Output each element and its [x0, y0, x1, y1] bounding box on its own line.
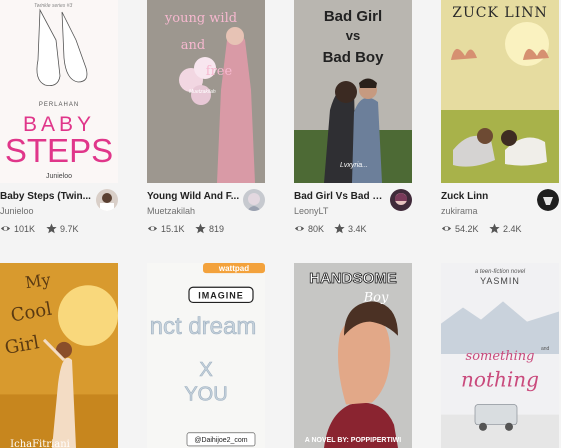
cover-line-3: free	[206, 64, 233, 79]
votes-count: 3.4K	[348, 223, 367, 234]
story-cover[interactable]: a teen-fiction novel YASMIN something an…	[441, 263, 559, 448]
cover-line-1: HANDSOME	[309, 270, 396, 287]
cover-top: a teen-fiction novel	[475, 269, 526, 275]
reads-stat: 80K	[294, 223, 324, 234]
cover-line-2: vs	[346, 28, 360, 43]
cover-line-2: nothing	[461, 367, 539, 391]
cover-line-1: something	[466, 349, 535, 364]
votes-stat: 3.4K	[334, 223, 367, 234]
story-stats: 54.2K 2.4K	[441, 223, 559, 237]
cover-top: PERLAHAN	[39, 102, 79, 108]
cover-line-1: nct dream	[150, 313, 257, 340]
eye-icon	[294, 226, 305, 231]
cover-badge: wattpad	[218, 264, 249, 273]
cover-line-1: young wild	[164, 11, 237, 26]
star-icon	[195, 223, 206, 234]
story-meta: Bad Girl Vs Bad Boy LeonyLT 80K 3.4K	[294, 189, 412, 234]
cover-bottom: IchaFitriani	[10, 439, 70, 448]
eye-icon	[441, 226, 452, 231]
story-cover[interactable]: young wild and free Muetzakilah	[147, 0, 265, 183]
reads-count: 15.1K	[161, 223, 185, 234]
story-cover[interactable]: My Cool Girl IchaFitriani	[0, 263, 118, 448]
votes-count: 2.4K	[503, 223, 522, 234]
reads-count: 101K	[14, 223, 36, 234]
cover-title: ZUCK LINN	[452, 5, 547, 21]
reads-stat: 54.2K	[441, 223, 479, 234]
eye-icon	[147, 226, 158, 231]
story-author[interactable]: LeonyLT	[294, 206, 388, 216]
cover-line-2: X	[199, 359, 212, 381]
story-title[interactable]: Bad Girl Vs Bad Boy	[294, 191, 388, 202]
author-avatar[interactable]	[243, 189, 265, 211]
story-stats: 80K 3.4K	[294, 223, 412, 237]
story-cover[interactable]: Bad Girl vs Bad Boy Lvxyria...	[294, 0, 412, 183]
story-title[interactable]: Young Wild And F...	[147, 191, 241, 202]
votes-stat: 819	[195, 223, 224, 234]
story-author[interactable]: Junieloo	[0, 206, 94, 216]
cover-sub: Muetzakilah	[189, 89, 216, 95]
votes-count: 819	[209, 223, 225, 234]
star-icon	[46, 223, 57, 234]
story-meta: Zuck Linn zukirama 54.2K 2.4K	[441, 189, 559, 234]
votes-stat: 2.4K	[489, 223, 522, 234]
author-avatar[interactable]	[96, 189, 118, 211]
author-avatar[interactable]	[390, 189, 412, 211]
story-title[interactable]: Baby Steps (Twin...	[0, 191, 94, 202]
cover-author: Junieloo	[46, 173, 72, 180]
eye-icon	[0, 226, 11, 231]
cover-bottom: A NOVEL BY: POPPIPERTIWI	[305, 437, 401, 444]
cover-box: IMAGINE	[198, 290, 243, 300]
story-stats: 15.1K 819	[147, 223, 265, 237]
cover-author: YASMIN	[480, 276, 520, 286]
cover-sub: Lvxyria...	[340, 162, 368, 169]
reads-count: 54.2K	[455, 223, 479, 234]
cover-handle: @Daihijoe2_com	[194, 437, 247, 444]
author-avatar[interactable]	[537, 189, 559, 211]
story-author[interactable]: zukirama	[441, 206, 535, 216]
story-cover[interactable]: Twinkle series #3 PERLAHAN BABY STEPS Ju…	[0, 0, 118, 183]
votes-stat: 9.7K	[46, 223, 79, 234]
cover-series: Twinkle series #3	[34, 3, 72, 9]
story-author[interactable]: Muetzakilah	[147, 206, 241, 216]
story-meta: Young Wild And F... Muetzakilah 15.1K 81…	[147, 189, 265, 234]
story-meta: Baby Steps (Twin... Junieloo 101K 9.7K	[0, 189, 118, 234]
votes-count: 9.7K	[60, 223, 79, 234]
story-cover[interactable]: HANDSOME Boy A NOVEL BY: POPPIPERTIWI	[294, 263, 412, 448]
cover-small: and	[541, 346, 550, 352]
story-stats: 101K 9.7K	[0, 223, 118, 237]
reads-count: 80K	[308, 223, 325, 234]
cover-line-1: Bad Girl	[324, 8, 382, 25]
reads-stat: 101K	[0, 223, 35, 234]
cover-line-3: Bad Boy	[323, 49, 385, 66]
story-cover[interactable]: wattpad IMAGINE nct dream X YOU @Daihijo…	[147, 263, 265, 448]
reads-stat: 15.1K	[147, 223, 185, 234]
cover-title-2: STEPS	[5, 132, 113, 169]
cover-line-1: My	[24, 270, 53, 293]
story-cover[interactable]: ZUCK LINN	[441, 0, 559, 183]
cover-line-2: and	[181, 38, 205, 53]
story-title[interactable]: Zuck Linn	[441, 191, 535, 202]
star-icon	[334, 223, 345, 234]
cover-line-2: Boy	[363, 290, 389, 305]
star-icon	[489, 223, 500, 234]
cover-line-3: YOU	[184, 383, 227, 405]
